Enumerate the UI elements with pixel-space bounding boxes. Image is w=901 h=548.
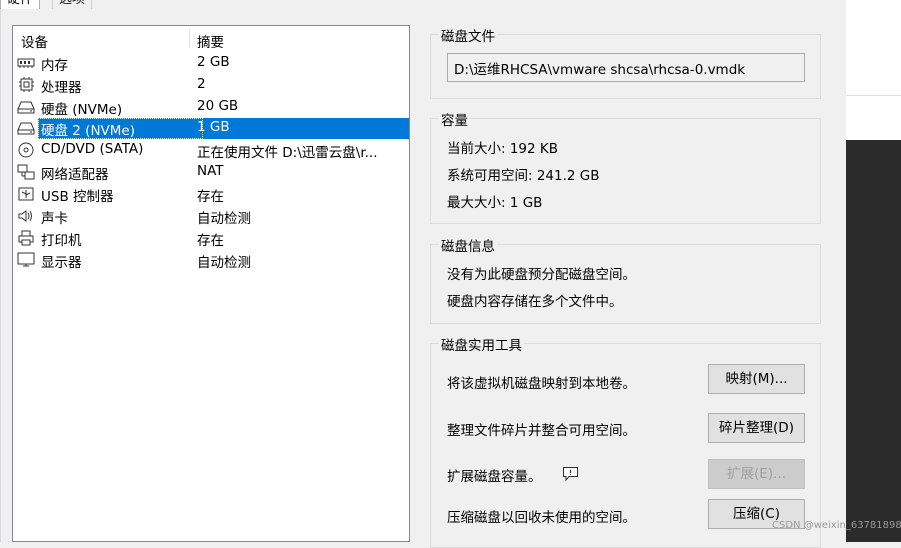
expand-description: 扩展磁盘容量。 — [447, 469, 542, 485]
defragment-description: 整理文件碎片并整合可用空间。 — [447, 423, 636, 439]
device-summary: 正在使用文件 D:\迅雷云盘\r... — [197, 145, 378, 161]
defragment-button[interactable]: 碎片整理(D) — [708, 413, 805, 443]
device-summary: 20 GB — [197, 98, 239, 114]
device-row-disk-nvme[interactable]: 硬盘 (NVMe) 20 GB — [13, 97, 409, 118]
group-title: 磁盘实用工具 — [439, 334, 524, 354]
device-summary: 自动检测 — [197, 255, 251, 271]
column-header-device[interactable]: 设备 — [21, 31, 48, 51]
network-icon — [17, 164, 35, 180]
usb-icon — [18, 187, 34, 201]
expand-button[interactable]: 扩展(E)... — [708, 459, 805, 489]
device-row-printer[interactable]: 打印机 存在 — [13, 228, 409, 249]
speaker-icon — [18, 210, 32, 222]
map-description: 将该虚拟机磁盘映射到本地卷。 — [447, 376, 636, 392]
background-divider — [846, 95, 901, 96]
device-row-sound-card[interactable]: 声卡 自动检测 — [13, 206, 409, 227]
device-name: 显示器 — [41, 255, 82, 271]
compact-description: 压缩磁盘以回收未使用的空间。 — [447, 510, 636, 526]
column-header-summary[interactable]: 摘要 — [197, 31, 224, 51]
watermark-text: CSDN @weixin_63781898 — [772, 520, 901, 531]
printer-icon — [18, 230, 34, 246]
disk-utilities-group: 磁盘实用工具 将该虚拟机磁盘映射到本地卷。 映射(M)... 整理文件碎片并整合… — [430, 334, 821, 548]
device-summary: 存在 — [197, 189, 224, 205]
monitor-icon — [17, 252, 35, 267]
cd-icon — [18, 142, 34, 158]
device-row-network-adapter[interactable]: 网络适配器 NAT — [13, 162, 409, 183]
device-summary: NAT — [197, 163, 224, 179]
memory-icon — [17, 58, 35, 68]
comment-info-icon[interactable] — [562, 466, 579, 482]
disk-info-group: 磁盘信息 没有为此硬盘预分配磁盘空间。 硬盘内容存储在多个文件中。 — [430, 235, 821, 324]
disk-file-group: 磁盘文件 D:\运维RHCSA\vmware shcsa\rhcsa-0.vmd… — [430, 25, 821, 99]
disk-info-line-2: 硬盘内容存储在多个文件中。 — [447, 294, 623, 310]
current-size-text: 当前大小: 192 KB — [447, 141, 559, 157]
cpu-icon — [19, 77, 34, 92]
device-name: USB 控制器 — [41, 189, 114, 205]
device-summary: 存在 — [197, 233, 224, 249]
available-space-text: 系统可用空间: 241.2 GB — [447, 168, 600, 184]
disk-info-line-1: 没有为此硬盘预分配磁盘空间。 — [447, 267, 636, 283]
disk-file-path-field[interactable]: D:\运维RHCSA\vmware shcsa\rhcsa-0.vmdk — [447, 53, 805, 82]
device-row-display[interactable]: 显示器 自动检测 — [13, 250, 409, 271]
device-name: 硬盘 2 (NVMe) — [41, 123, 135, 139]
device-name: 处理器 — [41, 80, 82, 96]
disk-icon — [17, 122, 35, 135]
device-name: 内存 — [41, 58, 68, 74]
device-list[interactable]: 设备 摘要 内存 2 GB 处理器 2 硬盘 (NVMe) 20 GB 硬盘 2… — [12, 25, 410, 542]
max-size-text: 最大大小: 1 GB — [447, 195, 543, 211]
column-separator[interactable] — [189, 29, 190, 48]
tab-options-label: 选项 — [59, 0, 85, 7]
device-row-usb-controller[interactable]: USB 控制器 存在 — [13, 184, 409, 205]
device-name: 声卡 — [41, 211, 68, 227]
background-dark-area — [846, 140, 901, 542]
tab-hardware-label: 硬件 — [7, 0, 33, 7]
group-title: 磁盘信息 — [439, 235, 497, 255]
device-list-header: 设备 摘要 — [13, 26, 409, 52]
device-name: 网络适配器 — [41, 167, 109, 183]
device-row-disk2-nvme[interactable]: 硬盘 2 (NVMe) 1 GB — [13, 118, 409, 139]
device-summary: 1 GB — [197, 119, 230, 135]
device-row-processor[interactable]: 处理器 2 — [13, 75, 409, 96]
device-name: CD/DVD (SATA) — [41, 141, 144, 157]
device-name: 打印机 — [41, 233, 82, 249]
device-name: 硬盘 (NVMe) — [41, 102, 123, 118]
device-summary: 2 — [197, 76, 206, 92]
group-title: 容量 — [439, 109, 470, 129]
device-row-memory[interactable]: 内存 2 GB — [13, 53, 409, 74]
device-row-cd-dvd[interactable]: CD/DVD (SATA) 正在使用文件 D:\迅雷云盘\r... — [13, 140, 409, 161]
capacity-group: 容量 当前大小: 192 KB 系统可用空间: 241.2 GB 最大大小: 1… — [430, 109, 821, 224]
device-summary: 2 GB — [197, 54, 230, 70]
device-summary: 自动检测 — [197, 211, 251, 227]
group-title: 磁盘文件 — [439, 25, 497, 45]
map-button[interactable]: 映射(M)... — [708, 364, 805, 394]
disk-icon — [17, 101, 35, 114]
